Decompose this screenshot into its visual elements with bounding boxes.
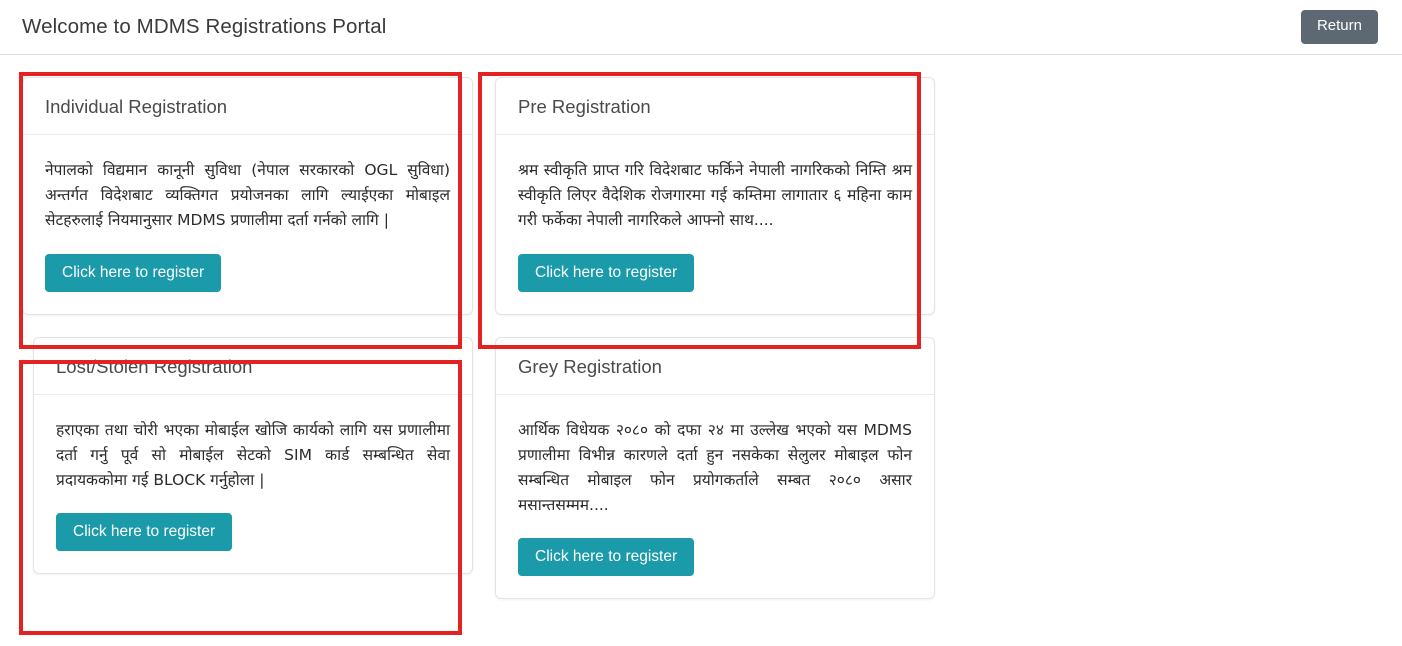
card-description-grey: आर्थिक विधेयक २०८० को दफा २४ मा उल्लेख भ… [518, 420, 912, 515]
card-description-pre: श्रम स्वीकृति प्राप्त गरि विदेशबाट फर्कि… [518, 161, 912, 230]
card-header-lost-stolen: Lost/Stolen Registration [34, 338, 472, 395]
register-button-lost-stolen[interactable]: Click here to register [56, 513, 233, 552]
page-header: Welcome to MDMS Registrations Portal Ret… [0, 0, 1402, 55]
card-header-individual: Individual Registration [23, 78, 472, 136]
card-title-pre: Pre Registration [518, 96, 651, 117]
card-grey-registration: Grey Registration आर्थिक विधेयक २०८० को … [495, 336, 935, 600]
card-body-pre: श्रम स्वीकृति प्राप्त गरि विदेशबाट फर्कि… [496, 135, 934, 313]
card-header-grey: Grey Registration [496, 338, 934, 395]
card-lost-stolen-registration: Lost/Stolen Registration हराएका तथा चोरी… [33, 336, 473, 575]
register-button-grey[interactable]: Click here to register [518, 538, 695, 577]
registration-card-grid: Individual Registration नेपालको विद्यमान… [0, 55, 1402, 621]
card-pre-registration: Pre Registration श्रम स्वीकृति प्राप्त ग… [495, 77, 935, 315]
page-title: Welcome to MDMS Registrations Portal [22, 15, 387, 38]
return-button[interactable]: Return [1300, 10, 1378, 44]
card-slot-pre: Pre Registration श्रम स्वीकृति प्राप्त ग… [484, 77, 946, 337]
card-description-lost-stolen: हराएका तथा चोरी भएका मोबाईल खोजि कार्यको… [56, 420, 450, 489]
card-slot-individual: Individual Registration नेपालको विद्यमान… [22, 77, 484, 337]
card-title-individual: Individual Registration [45, 96, 228, 117]
card-description-individual: नेपालको विद्यमान कानूनी सुविधा (नेपाल सर… [45, 161, 450, 230]
register-button-individual[interactable]: Click here to register [45, 253, 222, 292]
card-slot-grey: Grey Registration आर्थिक विधेयक २०८० को … [484, 336, 946, 622]
card-title-grey: Grey Registration [518, 355, 662, 377]
card-body-grey: आर्थिक विधेयक २०८० को दफा २४ मा उल्लेख भ… [496, 395, 934, 598]
card-body-individual: नेपालको विद्यमान कानूनी सुविधा (नेपाल सर… [23, 135, 472, 313]
card-slot-lost-stolen: Lost/Stolen Registration हराएका तथा चोरी… [22, 336, 484, 622]
card-title-lost-stolen: Lost/Stolen Registration [56, 355, 253, 377]
card-body-lost-stolen: हराएका तथा चोरी भएका मोबाईल खोजि कार्यको… [34, 395, 472, 573]
card-individual-registration: Individual Registration नेपालको विद्यमान… [22, 77, 473, 315]
card-header-pre: Pre Registration [496, 78, 934, 136]
register-button-pre[interactable]: Click here to register [518, 253, 695, 292]
